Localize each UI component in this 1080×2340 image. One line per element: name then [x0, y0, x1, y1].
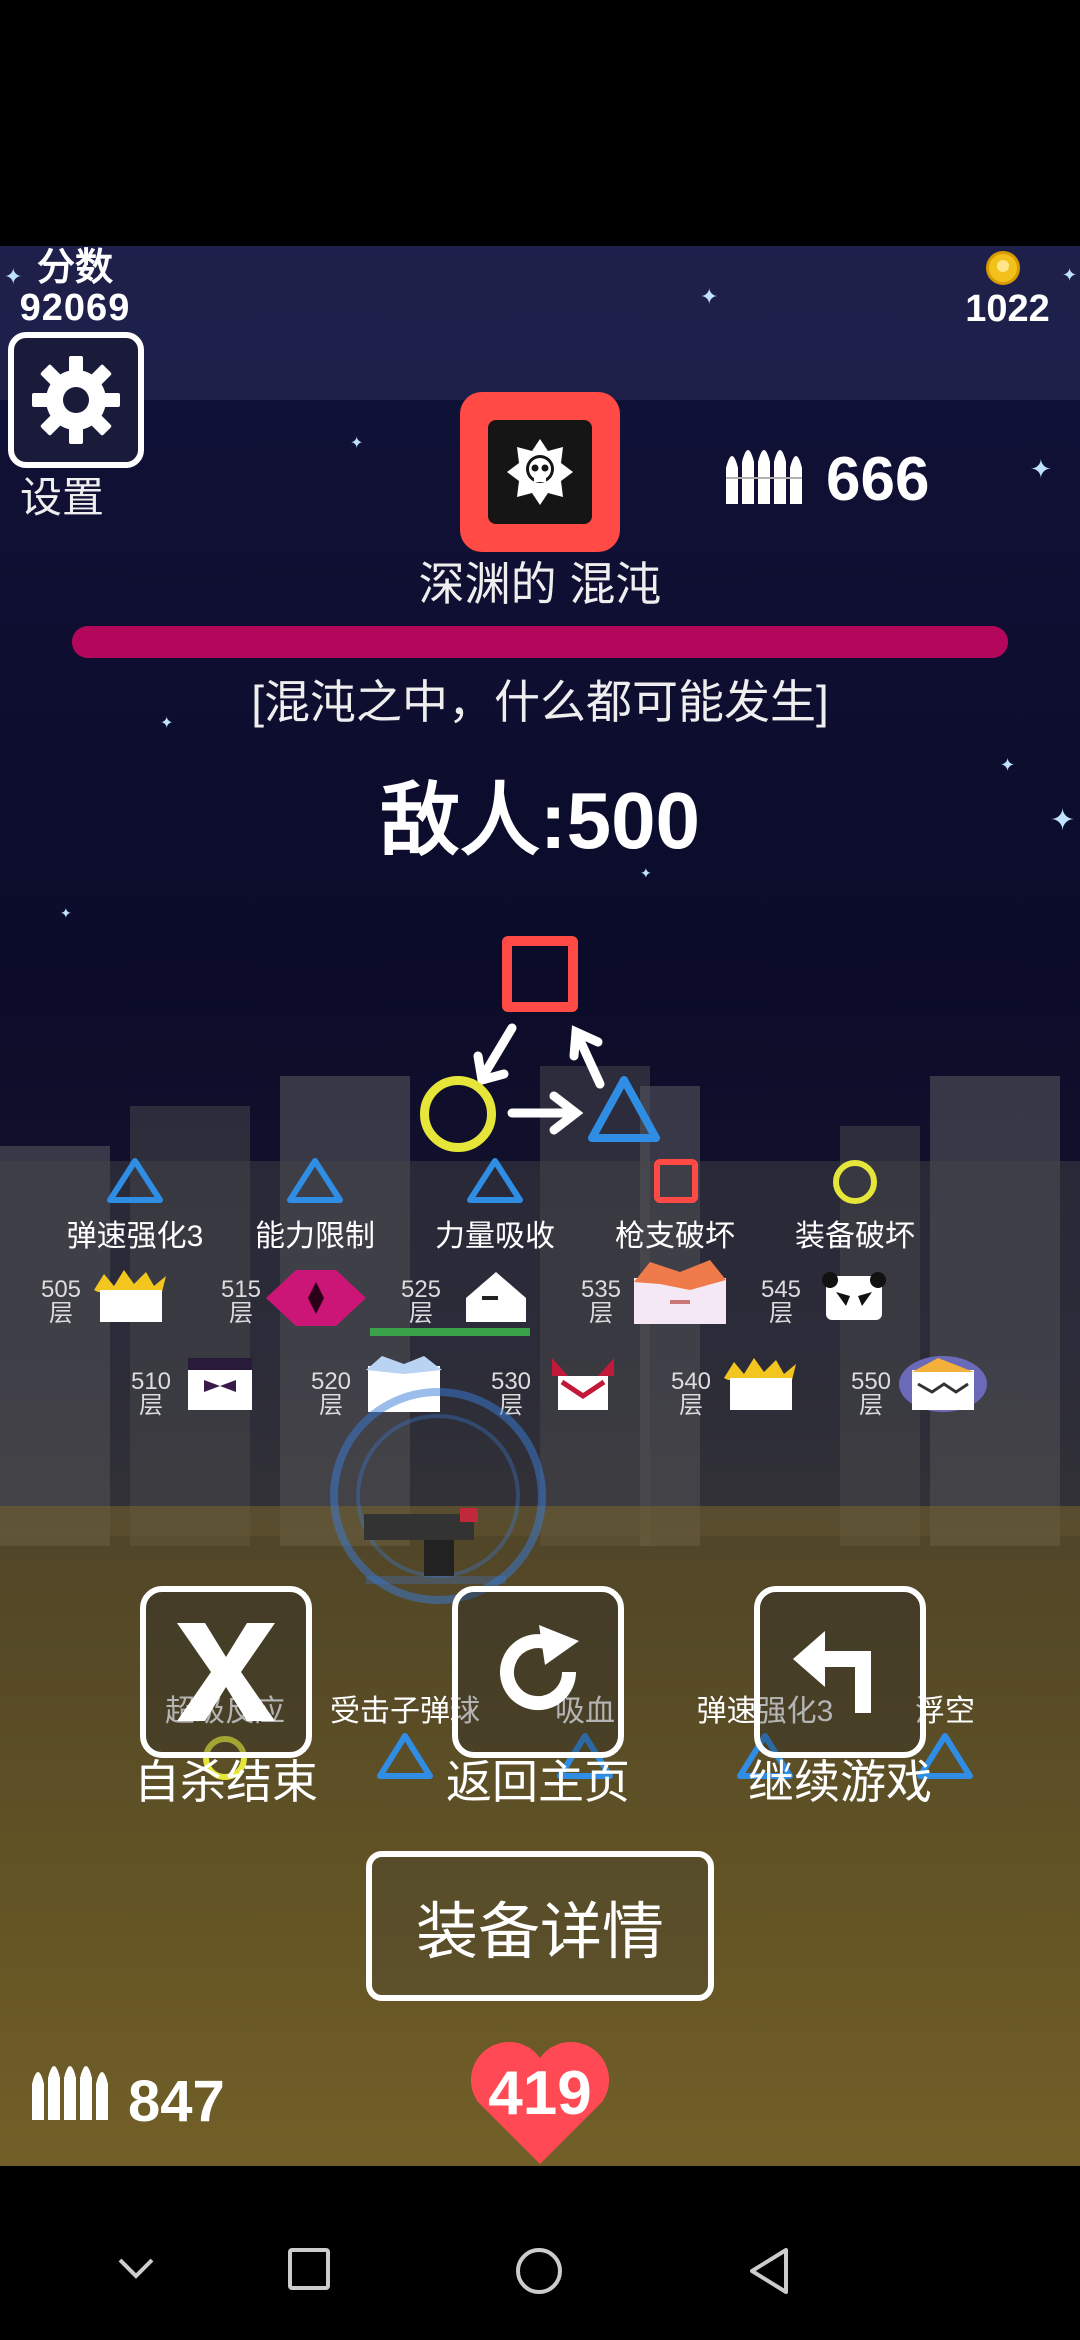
boss-tagline: [混沌之中，什么都可能发生] [251, 676, 829, 728]
skill-item: 弹速强化3 [60, 1156, 210, 1255]
arrow-right-icon [507, 1091, 584, 1135]
character-avatar [724, 1358, 796, 1410]
boss-name: 深渊的 混沌 [418, 558, 662, 610]
floor-number: 515 层 [220, 1276, 262, 1327]
bullets-icon [32, 2066, 108, 2120]
nav-hide-icon[interactable] [114, 2246, 158, 2290]
settings-button[interactable] [8, 332, 144, 468]
boss-hp-fill [72, 626, 1008, 658]
nav-home-icon[interactable] [514, 2246, 564, 2296]
star: ✦ [60, 905, 72, 921]
star: ✦ [1062, 265, 1078, 285]
player-health: 419 [488, 2059, 592, 2128]
player-health-bar [370, 1328, 530, 1336]
triangle-icon [588, 1076, 660, 1142]
boss-ammo-count: 666 [826, 445, 930, 514]
circle-icon [420, 1076, 496, 1152]
skill-label: 弹速强化3 [66, 1220, 204, 1253]
coin-count: 1022 [965, 288, 1050, 330]
square-icon [502, 936, 578, 1012]
character-avatar [634, 1260, 726, 1324]
floor-number: 540 层 [670, 1368, 712, 1419]
skill-item: 装备破坏 [780, 1156, 930, 1255]
star: ✦ [1030, 454, 1052, 484]
boss-icon [460, 392, 620, 552]
skill-item: 力量吸收 [420, 1156, 570, 1255]
score-label: 分数 [36, 247, 113, 289]
skill-item: 枪支破坏 [600, 1156, 750, 1255]
score-value: 92069 [19, 287, 131, 329]
floor-number: 525 层 [400, 1276, 442, 1327]
floor-number: 505 层 [40, 1276, 82, 1327]
triangle-icon [287, 1158, 343, 1203]
gear-icon [32, 356, 120, 444]
return-icon [793, 1631, 871, 1713]
triangle-icon [467, 1158, 523, 1203]
skill-label: 枪支破坏 [615, 1220, 735, 1253]
x-icon [177, 1623, 275, 1721]
skill-label: 装备破坏 [795, 1220, 915, 1253]
character-avatar [822, 1272, 886, 1320]
floor-number: 510 层 [130, 1368, 172, 1419]
skull-icon [507, 439, 573, 505]
circle-icon [833, 1160, 877, 1204]
continue-button[interactable] [754, 1586, 926, 1758]
triangle-icon [107, 1158, 163, 1203]
suicide-label: 自杀结束 [134, 1756, 318, 1808]
character-avatar [266, 1270, 366, 1326]
refresh-icon [500, 1625, 579, 1711]
character-avatar [899, 1356, 987, 1412]
square-icon [654, 1159, 698, 1203]
suicide-button[interactable] [140, 1586, 312, 1758]
nav-recents-icon[interactable] [286, 2246, 332, 2292]
floor-number: 545 层 [760, 1276, 802, 1327]
home-button[interactable] [452, 1586, 624, 1758]
bullets-icon [726, 450, 802, 504]
skill-item: 能力限制 [240, 1156, 390, 1255]
floor-number: 535 层 [580, 1276, 622, 1327]
character-avatar [466, 1272, 526, 1322]
equipment-details-button[interactable]: 装备详情 [366, 1851, 714, 2001]
home-label: 返回主页 [446, 1756, 630, 1808]
floor-number: 550 层 [850, 1368, 892, 1419]
gun-icon [364, 1508, 478, 1576]
continue-label: 继续游戏 [748, 1756, 932, 1808]
coin-icon [986, 251, 1020, 285]
character-avatar [94, 1270, 166, 1322]
enemy-count: 敌人:500 [379, 776, 701, 865]
skill-label: 力量吸收 [435, 1220, 555, 1253]
player-ammo-count: 847 [128, 2069, 225, 2134]
character-avatar [552, 1358, 614, 1410]
game-screen: ✦ ✦ ✦ ✦ ✦ ✦ ✦ ✦ ✦ ✦ 分数 92069 1022 设置 666… [0, 246, 1080, 2166]
skill-label: 能力限制 [255, 1220, 375, 1253]
boss-hp-bar [72, 626, 1008, 658]
character-avatar [188, 1358, 252, 1410]
settings-label: 设置 [20, 474, 105, 521]
nav-back-icon[interactable] [746, 2246, 792, 2296]
hud-band [0, 246, 1080, 400]
star: ✦ [350, 435, 364, 452]
star: ✦ [700, 284, 719, 309]
